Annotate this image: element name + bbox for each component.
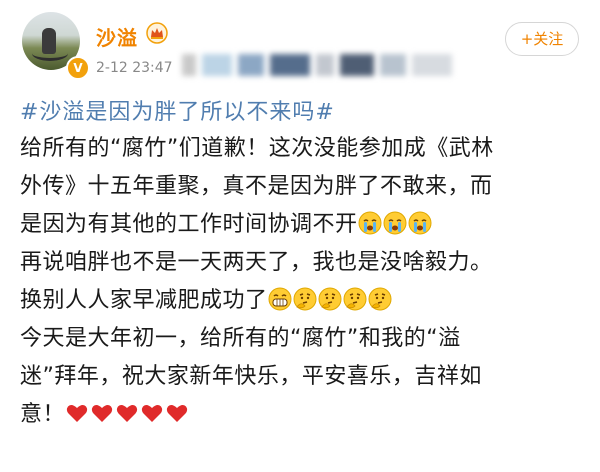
thinking-face-emoji-icon — [368, 287, 392, 311]
crying-face-emoji-icon — [383, 211, 407, 235]
grinning-face-emoji-icon — [268, 287, 292, 311]
post-header: V 沙溢 2-12 23:47 +关注 — [0, 0, 600, 96]
red-heart-emoji-icon — [65, 401, 89, 425]
post-text-line: 迷”拜年，祝大家新年快乐，平安喜乐，吉祥如 — [20, 358, 586, 396]
post-text-line: 换别人人家早减肥成功了 — [20, 282, 586, 320]
follow-button[interactable]: +关注 — [505, 22, 579, 56]
post-text: 意！ — [20, 402, 66, 427]
weibo-post: V 沙溢 2-12 23:47 +关注 #沙溢是因为胖了所以不来吗# 给所有的“… — [0, 0, 600, 472]
red-heart-emoji-icon — [115, 401, 139, 425]
red-heart-emoji-icon — [165, 401, 189, 425]
topic-hashtag[interactable]: #沙溢是因为胖了所以不来吗# — [20, 96, 586, 130]
follow-label: +关注 — [520, 30, 564, 48]
post-text: 给所有的“腐竹”们道歉！这次没能参加成《武林 — [20, 136, 494, 161]
thinking-face-emoji-icon — [318, 287, 342, 311]
post-body: #沙溢是因为胖了所以不来吗# 给所有的“腐竹”们道歉！这次没能参加成《武林 外传… — [20, 96, 586, 434]
thinking-face-emoji-icon — [293, 287, 317, 311]
username[interactable]: 沙溢 — [96, 22, 138, 51]
post-text-line: 外传》十五年重聚，真不是因为胖了不敢来，而 — [20, 168, 586, 206]
post-text: 再说咱胖也不是一天两天了，我也是没啥毅力。 — [20, 250, 493, 275]
post-text: 迷”拜年，祝大家新年快乐，平安喜乐，吉祥如 — [20, 364, 482, 389]
crying-face-emoji-icon — [358, 211, 382, 235]
post-text-line: 是因为有其他的工作时间协调不开 — [20, 206, 586, 244]
post-text-line: 给所有的“腐竹”们道歉！这次没能参加成《武林 — [20, 130, 586, 168]
post-text-line: 今天是大年初一，给所有的“腐竹”和我的“溢 — [20, 320, 586, 358]
crying-face-emoji-icon — [408, 211, 432, 235]
post-text-line: 意！ — [20, 396, 586, 434]
red-heart-emoji-icon — [140, 401, 164, 425]
post-text: 是因为有其他的工作时间协调不开 — [20, 212, 358, 237]
post-text-line: 再说咱胖也不是一天两天了，我也是没啥毅力。 — [20, 244, 586, 282]
avatar-bike — [32, 46, 68, 61]
red-heart-emoji-icon — [90, 401, 114, 425]
crown-icon — [146, 22, 168, 44]
blurred-redaction — [176, 50, 476, 80]
post-text: 换别人人家早减肥成功了 — [20, 288, 268, 313]
verified-icon: V — [66, 56, 90, 80]
post-timestamp: 2-12 23:47 — [96, 60, 173, 76]
thinking-face-emoji-icon — [343, 287, 367, 311]
post-text: 外传》十五年重聚，真不是因为胖了不敢来，而 — [20, 174, 493, 199]
post-text: 今天是大年初一，给所有的“腐竹”和我的“溢 — [20, 326, 461, 351]
